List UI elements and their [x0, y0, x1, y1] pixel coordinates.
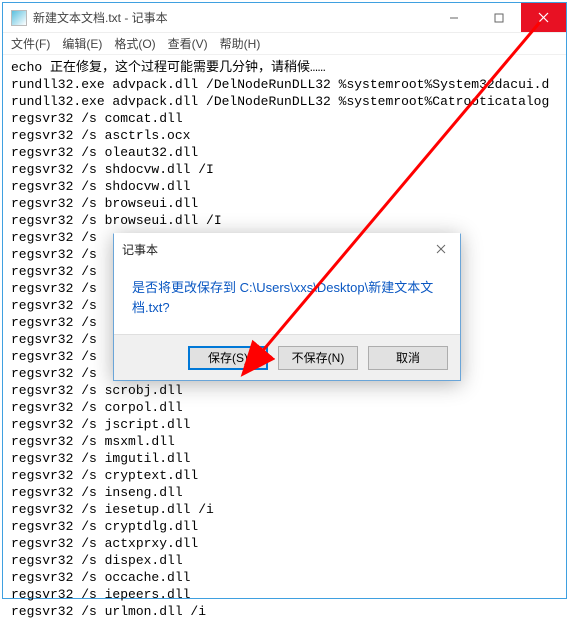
menu-format[interactable]: 格式(O) [114, 35, 155, 52]
menu-view[interactable]: 查看(V) [168, 35, 208, 52]
close-icon [436, 244, 446, 254]
dialog-close-button[interactable] [430, 241, 452, 257]
dialog-titlebar: 记事本 [114, 234, 460, 264]
maximize-icon [494, 13, 504, 23]
close-button[interactable] [521, 3, 566, 32]
dialog-title: 记事本 [122, 241, 158, 258]
window-title: 新建文本文档.txt - 记事本 [33, 9, 431, 26]
cancel-button[interactable]: 取消 [368, 346, 448, 370]
nosave-button[interactable]: 不保存(N) [278, 346, 358, 370]
menu-help[interactable]: 帮助(H) [220, 35, 261, 52]
menu-edit[interactable]: 编辑(E) [62, 35, 102, 52]
save-button[interactable]: 保存(S) [188, 346, 268, 370]
save-dialog: 记事本 是否将更改保存到 C:\Users\xxs\Desktop\新建文本文档… [113, 233, 461, 381]
close-icon [538, 12, 549, 23]
window-buttons [431, 3, 566, 32]
minimize-icon [449, 13, 459, 23]
maximize-button[interactable] [476, 3, 521, 32]
minimize-button[interactable] [431, 3, 476, 32]
dialog-footer: 保存(S) 不保存(N) 取消 [114, 334, 460, 380]
notepad-icon [11, 10, 27, 26]
menubar: 文件(F) 编辑(E) 格式(O) 查看(V) 帮助(H) [3, 33, 566, 55]
dialog-message: 是否将更改保存到 C:\Users\xxs\Desktop\新建文本文档.txt… [114, 264, 460, 334]
menu-file[interactable]: 文件(F) [11, 35, 50, 52]
titlebar: 新建文本文档.txt - 记事本 [3, 3, 566, 33]
